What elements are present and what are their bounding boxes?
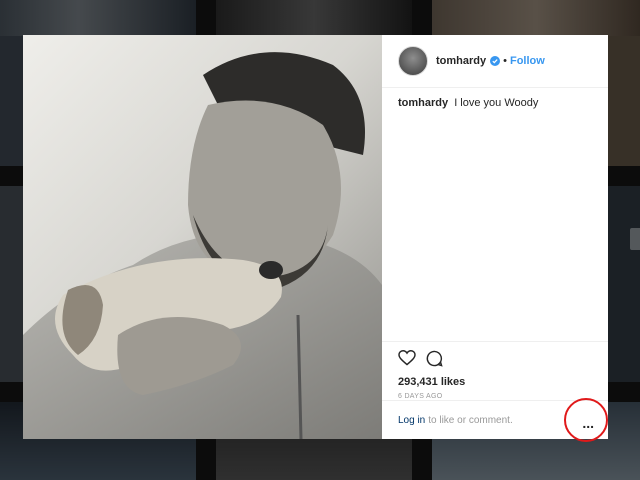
verified-badge-icon xyxy=(490,56,501,66)
action-buttons xyxy=(398,342,592,372)
login-prompt-text: to like or comment. xyxy=(428,414,513,426)
separator-dot: • xyxy=(503,55,507,67)
next-post-arrow[interactable] xyxy=(630,228,640,250)
post-modal: tomhardy • Follow tomhardy I love you Wo… xyxy=(23,35,608,439)
caption-username[interactable]: tomhardy xyxy=(398,97,448,109)
comment-icon[interactable] xyxy=(426,350,443,367)
post-timestamp[interactable]: 6 DAYS AGO xyxy=(398,393,592,400)
post-actions: 293,431 likes 6 DAYS AGO xyxy=(382,341,608,400)
caption-text: I love you Woody xyxy=(454,97,539,109)
username-link[interactable]: tomhardy xyxy=(436,55,486,67)
like-count[interactable]: 293,431 likes xyxy=(398,376,592,388)
highlight-circle xyxy=(564,398,608,442)
photo-illustration xyxy=(23,52,382,439)
post-caption: tomhardy I love you Woody xyxy=(382,88,608,118)
follow-button[interactable]: Follow xyxy=(510,55,545,67)
post-photo xyxy=(23,35,382,439)
post-header: tomhardy • Follow xyxy=(382,35,608,88)
login-link[interactable]: Log in xyxy=(398,415,425,426)
post-details-panel: tomhardy • Follow tomhardy I love you Wo… xyxy=(382,35,608,439)
avatar[interactable] xyxy=(398,46,428,76)
heart-icon[interactable] xyxy=(398,350,416,366)
